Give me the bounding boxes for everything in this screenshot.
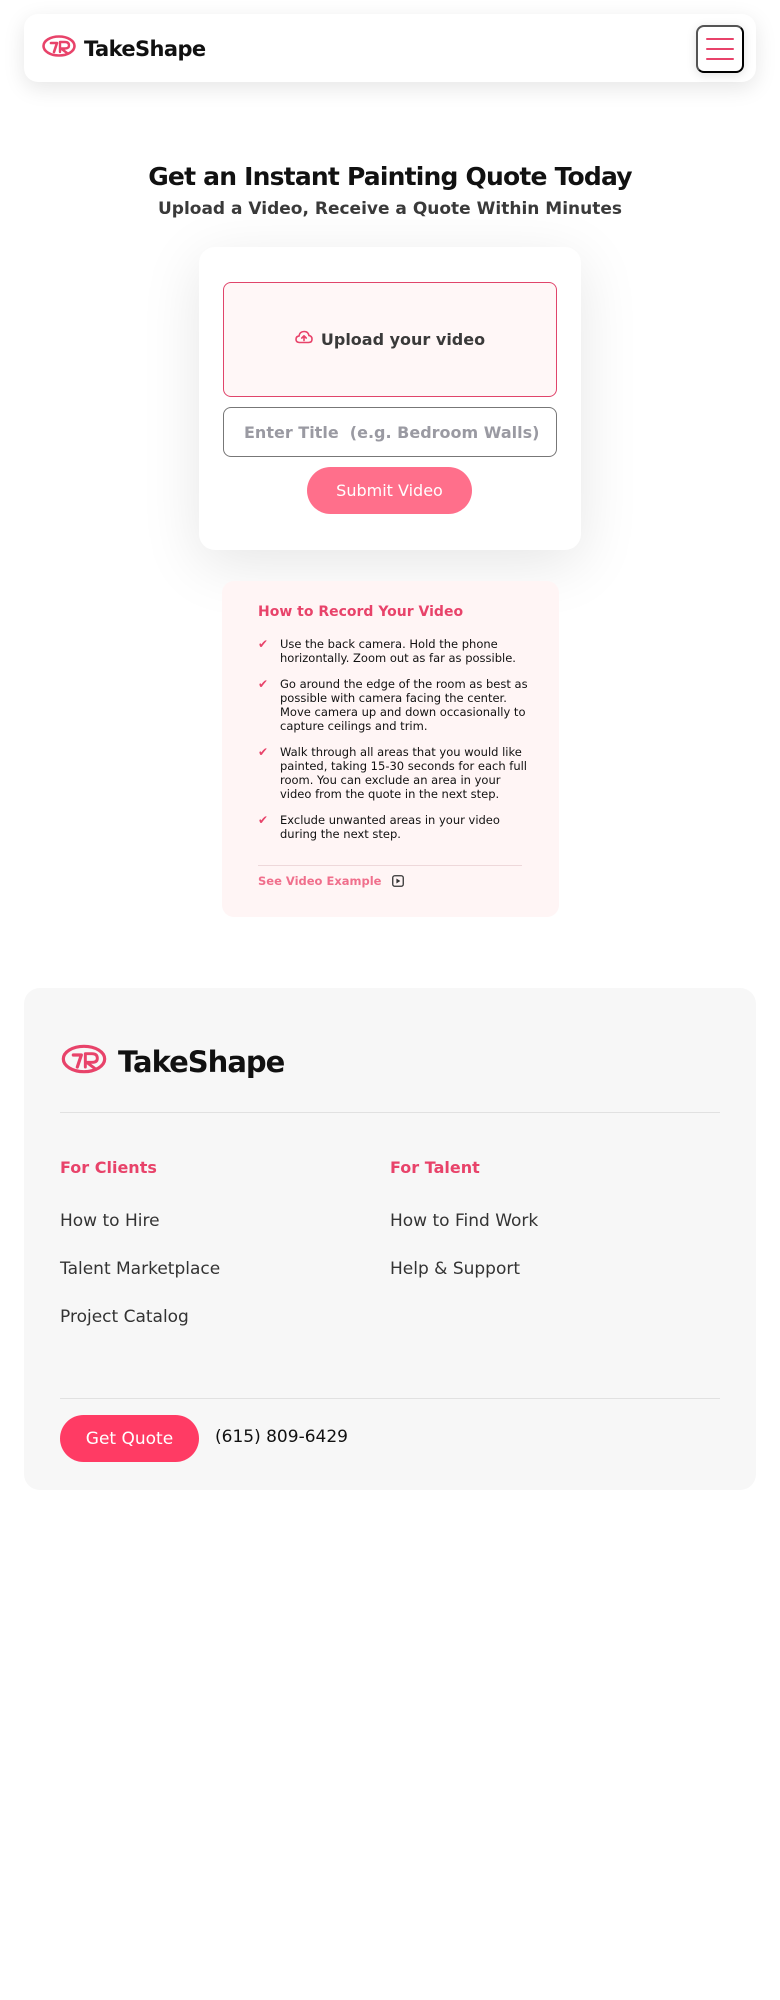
step-text: Use the back camera. Hold the phone hori… xyxy=(280,637,516,665)
step-text: Exclude unwanted areas in your video dur… xyxy=(280,813,500,841)
logo-icon xyxy=(42,34,76,63)
cloud-upload-icon xyxy=(295,330,313,349)
video-dropzone[interactable]: Upload your video xyxy=(223,282,557,397)
menu-button[interactable] xyxy=(696,25,744,73)
dropzone-label: Upload your video xyxy=(320,330,486,349)
list-item: ✔ Walk through all areas that you would … xyxy=(258,745,528,801)
footer-link-project-catalog[interactable]: Project Catalog xyxy=(60,1307,220,1355)
footer-link-talent-marketplace[interactable]: Talent Marketplace xyxy=(60,1259,220,1307)
talent-links: For Talent How to Find Work Help & Suppo… xyxy=(390,1158,538,1307)
recording-instructions: How to Record Your Video ✔ Use the back … xyxy=(222,581,559,917)
check-icon: ✔ xyxy=(258,745,269,759)
page-title: Get an Instant Painting Quote Today xyxy=(148,162,632,191)
check-icon: ✔ xyxy=(258,677,269,691)
site-header: TakeShape xyxy=(24,14,756,82)
video-title-input[interactable] xyxy=(223,407,557,457)
brand-name: TakeShape xyxy=(84,36,206,61)
hamburger-icon xyxy=(706,38,734,40)
clients-heading: For Clients xyxy=(60,1158,157,1177)
site-footer: TakeShape For Clients How to Hire Talent… xyxy=(24,988,756,1490)
list-item: ✔ Use the back camera. Hold the phone ho… xyxy=(258,637,528,665)
page-subtitle: Upload a Video, Receive a Quote Within M… xyxy=(157,199,623,219)
get-quote-button[interactable]: Get Quote xyxy=(60,1415,199,1462)
footer-brand-link[interactable]: TakeShape xyxy=(60,1043,285,1080)
step-text: Walk through all areas that you would li… xyxy=(280,745,527,801)
check-icon: ✔ xyxy=(258,813,269,827)
divider xyxy=(60,1112,720,1113)
see-video-example-link[interactable]: See Video Example xyxy=(258,874,405,888)
upload-card: Upload your video Submit Video xyxy=(199,247,581,550)
divider xyxy=(258,865,522,866)
check-icon: ✔ xyxy=(258,637,269,651)
divider xyxy=(60,1398,720,1399)
instructions-title: How to Record Your Video xyxy=(258,604,464,620)
submit-video-button[interactable]: Submit Video xyxy=(307,467,472,514)
footer-link-how-to-find-work[interactable]: How to Find Work xyxy=(390,1211,538,1259)
list-item: ✔ Exclude unwanted areas in your video d… xyxy=(258,813,528,841)
instructions-list: ✔ Use the back camera. Hold the phone ho… xyxy=(258,637,528,853)
example-label: See Video Example xyxy=(258,874,382,888)
logo-icon xyxy=(60,1043,108,1080)
phone-link[interactable]: (615) 809-6429 xyxy=(215,1427,348,1447)
talent-heading: For Talent xyxy=(390,1158,480,1177)
footer-link-help-support[interactable]: Help & Support xyxy=(390,1259,538,1307)
step-text: Go around the edge of the room as best a… xyxy=(280,677,528,733)
footer-brand-name: TakeShape xyxy=(118,1044,285,1079)
list-item: ✔ Go around the edge of the room as best… xyxy=(258,677,528,733)
play-icon xyxy=(392,875,405,887)
brand-link[interactable]: TakeShape xyxy=(42,34,206,63)
footer-link-how-to-hire[interactable]: How to Hire xyxy=(60,1211,220,1259)
clients-links: For Clients How to Hire Talent Marketpla… xyxy=(60,1158,220,1355)
